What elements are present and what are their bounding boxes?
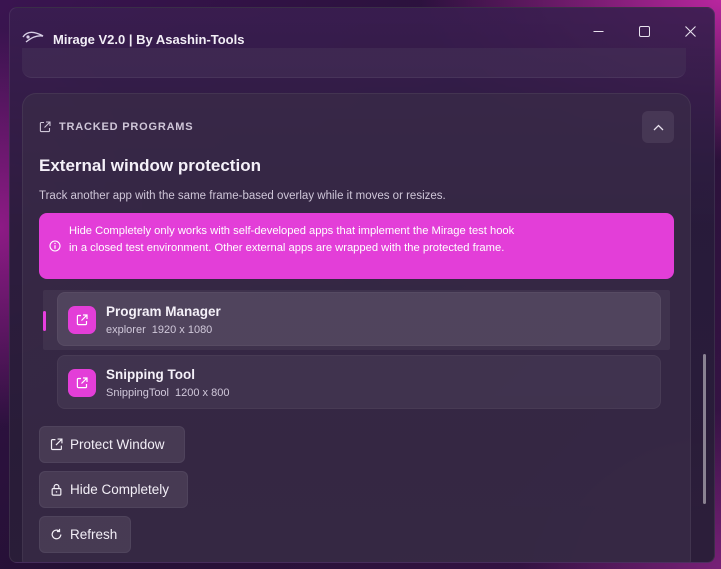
banner-text: Hide Completely only works with self-dev… [69, 225, 515, 254]
external-link-icon [68, 306, 96, 334]
hide-completely-button[interactable]: Hide Completely [39, 471, 188, 508]
tracked-programs-card: TRACKED PROGRAMS External window protect… [22, 93, 691, 562]
section-header: TRACKED PROGRAMS [39, 121, 193, 133]
collapse-button[interactable] [642, 111, 674, 143]
section-heading: External window protection [39, 156, 261, 175]
program-details: SnippingTool 1200 x 800 [106, 387, 229, 399]
minimize-button[interactable] [575, 16, 621, 46]
program-process: SnippingTool [106, 387, 169, 399]
section-description: Track another app with the same frame-ba… [39, 190, 446, 202]
maximize-icon [638, 25, 650, 37]
list-item[interactable]: Program Manager explorer 1920 x 1080 [57, 292, 661, 346]
program-name: Program Manager [106, 304, 221, 319]
info-icon [49, 240, 61, 252]
minimize-icon [593, 26, 604, 37]
refresh-label: Refresh [70, 527, 118, 542]
list-item[interactable]: Snipping Tool SnippingTool 1200 x 800 [57, 355, 661, 409]
previous-section-card [22, 48, 686, 78]
mirage-logo-icon [22, 30, 44, 44]
close-button[interactable] [667, 16, 713, 46]
selection-indicator [43, 311, 46, 331]
maximize-button[interactable] [621, 16, 667, 46]
scrollbar-thumb[interactable] [703, 354, 706, 504]
external-link-icon [68, 369, 96, 397]
program-size: 1200 x 800 [175, 387, 230, 399]
window-title: Mirage V2.0 | By Asashin-Tools [53, 32, 245, 47]
close-icon [684, 25, 696, 37]
protect-window-label: Protect Window [70, 437, 165, 452]
hide-completely-label: Hide Completely [70, 482, 170, 497]
lock-icon [50, 483, 63, 496]
external-link-icon [39, 121, 51, 133]
external-link-icon [50, 438, 63, 451]
program-name: Snipping Tool [106, 367, 195, 382]
program-process: explorer [106, 324, 146, 336]
refresh-button[interactable]: Refresh [39, 516, 131, 553]
program-details: explorer 1920 x 1080 [106, 324, 212, 336]
app-window: Mirage V2.0 | By Asashin-Tools TRACKED P… [9, 7, 715, 563]
info-banner: Hide Completely only works with self-dev… [39, 213, 674, 279]
protect-window-button[interactable]: Protect Window [39, 426, 185, 463]
program-size: 1920 x 1080 [151, 324, 213, 336]
section-label: TRACKED PROGRAMS [59, 121, 194, 133]
chevron-up-icon [653, 124, 664, 131]
refresh-icon [50, 528, 63, 541]
